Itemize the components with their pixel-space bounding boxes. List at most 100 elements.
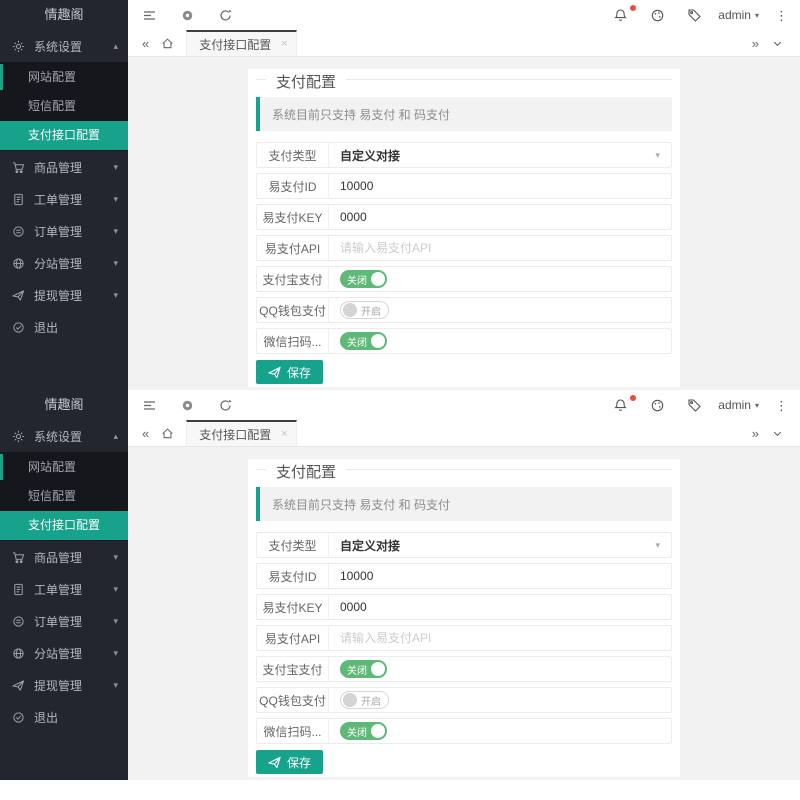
sidebar-item-withdraw-management[interactable]: 提现管理 ▾: [0, 669, 128, 701]
sidebar-item-order-management[interactable]: 订单管理 ▾: [0, 605, 128, 637]
sidebar-item-product-management[interactable]: 商品管理 ▾: [0, 151, 128, 183]
toggle-text: 关闭: [347, 662, 367, 677]
form-row-alipay: 支付宝支付 关闭: [256, 656, 672, 682]
tab-payment-interface-config[interactable]: 支付接口配置 ×: [186, 420, 296, 446]
epay-id-input[interactable]: [340, 569, 660, 583]
page-title: 支付配置: [266, 461, 346, 482]
close-icon[interactable]: ×: [281, 38, 287, 50]
expand-right-icon[interactable]: »: [752, 36, 759, 51]
toggle-text: 开启: [361, 303, 381, 318]
qq-wallet-toggle[interactable]: 开启: [340, 691, 389, 709]
selected-value: 自定义对接: [340, 147, 400, 164]
payment-type-select[interactable]: 自定义对接 ▾: [329, 143, 671, 167]
user-menu[interactable]: admin ▾: [718, 8, 759, 22]
refresh-icon[interactable]: [218, 8, 233, 23]
field-value: [329, 626, 671, 650]
sidebar-item-label: 商品管理: [34, 159, 113, 176]
sidebar-item-logout[interactable]: 退出: [0, 701, 128, 733]
save-button[interactable]: 保存: [256, 360, 323, 384]
expand-right-icon[interactable]: »: [752, 426, 759, 441]
bell-icon[interactable]: [613, 398, 628, 413]
epay-api-input[interactable]: [340, 241, 660, 255]
collapse-left-icon[interactable]: «: [142, 426, 149, 441]
sidebar-item-system-settings[interactable]: 系统设置 ▴: [0, 30, 128, 62]
order-icon: [12, 614, 26, 628]
field-value: [329, 174, 671, 198]
palette-icon[interactable]: [650, 8, 665, 23]
sidebar-item-system-settings[interactable]: 系统设置 ▴: [0, 420, 128, 452]
sidebar-item-substation-management[interactable]: 分站管理 ▾: [0, 637, 128, 669]
bell-icon[interactable]: [613, 8, 628, 23]
tab-bar-right: »: [746, 426, 790, 441]
sidebar-item-label: 退出: [34, 709, 118, 726]
sidebar-item-withdraw-management[interactable]: 提现管理 ▾: [0, 279, 128, 311]
field-label: 支付类型: [257, 533, 329, 557]
tag-icon[interactable]: [687, 398, 702, 413]
wechat-scan-toggle[interactable]: 关闭: [340, 722, 387, 740]
alipay-toggle[interactable]: 关闭: [340, 660, 387, 678]
globe-icon: [12, 646, 26, 660]
sidebar-item-substation-management[interactable]: 分站管理 ▾: [0, 247, 128, 279]
sidebar-item-label: 订单管理: [34, 223, 113, 240]
section-title-divider: 支付配置: [256, 79, 672, 80]
home-icon[interactable]: [161, 427, 174, 440]
more-vertical-icon[interactable]: ⋮: [775, 399, 788, 412]
collapse-left-icon[interactable]: «: [142, 36, 149, 51]
qq-wallet-toggle[interactable]: 开启: [340, 301, 389, 319]
wechat-scan-toggle[interactable]: 关闭: [340, 332, 387, 350]
epay-id-input[interactable]: [340, 179, 660, 193]
main-column: admin ▾ ⋮ « 支付接口配置 × »: [128, 0, 800, 390]
sidebar-item-logout[interactable]: 退出: [0, 311, 128, 343]
sidebar-item-order-management[interactable]: 订单管理 ▾: [0, 215, 128, 247]
chevron-down-icon[interactable]: [771, 427, 784, 440]
menu-toggle-icon[interactable]: [142, 8, 157, 23]
gear-icon[interactable]: [180, 398, 195, 413]
form-row-wechat-scan: 微信扫码... 关闭: [256, 328, 672, 354]
sidebar-item-website-config[interactable]: 网站配置: [0, 63, 128, 92]
payment-config-card: 支付配置 系统目前只支持 易支付 和 码支付 支付类型 自定义对接 ▾ 易支付I…: [248, 459, 680, 777]
chevron-down-icon[interactable]: [771, 37, 784, 50]
form-row-qq-wallet: QQ钱包支付 开启: [256, 297, 672, 323]
sidebar-item-sms-config[interactable]: 短信配置: [0, 482, 128, 511]
menu-toggle-icon[interactable]: [142, 398, 157, 413]
form-row-qq-wallet: QQ钱包支付 开启: [256, 687, 672, 713]
refresh-icon[interactable]: [218, 398, 233, 413]
sidebar-item-workorder-management[interactable]: 工单管理 ▾: [0, 573, 128, 605]
caret-down-icon: ▾: [113, 258, 118, 269]
tag-icon[interactable]: [687, 8, 702, 23]
sidebar-item-product-management[interactable]: 商品管理 ▾: [0, 541, 128, 573]
field-label: 支付宝支付: [257, 657, 329, 681]
palette-icon[interactable]: [650, 398, 665, 413]
sidebar-item-sms-config[interactable]: 短信配置: [0, 92, 128, 121]
chevron-down-icon: ▾: [655, 150, 660, 161]
caret-down-icon: ▾: [113, 680, 118, 691]
sidebar-item-label: 系统设置: [34, 428, 113, 445]
sidebar-scroll-indicator: [0, 454, 3, 480]
gear-icon[interactable]: [180, 8, 195, 23]
tab-payment-interface-config[interactable]: 支付接口配置 ×: [186, 30, 296, 56]
more-vertical-icon[interactable]: ⋮: [775, 9, 788, 22]
main-column: admin ▾ ⋮ « 支付接口配置 × »: [128, 390, 800, 780]
tab-bar-right: »: [746, 36, 790, 51]
home-icon[interactable]: [161, 37, 174, 50]
section-title-divider: 支付配置: [256, 469, 672, 470]
top-header: admin ▾ ⋮: [128, 390, 800, 420]
toggle-text: 开启: [361, 693, 381, 708]
save-button[interactable]: 保存: [256, 750, 323, 774]
header-right-icons: admin ▾ ⋮: [613, 8, 788, 23]
sidebar-item-payment-interface-config[interactable]: 支付接口配置: [0, 511, 128, 540]
sidebar-item-workorder-management[interactable]: 工单管理 ▾: [0, 183, 128, 215]
sidebar-item-payment-interface-config[interactable]: 支付接口配置: [0, 121, 128, 150]
close-icon[interactable]: ×: [281, 428, 287, 440]
user-menu[interactable]: admin ▾: [718, 398, 759, 412]
alipay-toggle[interactable]: 关闭: [340, 270, 387, 288]
epay-key-input[interactable]: [340, 600, 660, 614]
epay-api-input[interactable]: [340, 631, 660, 645]
field-label: 易支付KEY: [257, 205, 329, 229]
sidebar: 情趣阁 系统设置 ▴ 网站配置 短信配置 支付接口配置 商品管理 ▾ 工单: [0, 0, 128, 390]
form-row-epay-id: 易支付ID: [256, 173, 672, 199]
content-area: 支付配置 系统目前只支持 易支付 和 码支付 支付类型 自定义对接 ▾ 易支付I…: [128, 447, 800, 780]
sidebar-item-website-config[interactable]: 网站配置: [0, 453, 128, 482]
payment-type-select[interactable]: 自定义对接 ▾: [329, 533, 671, 557]
epay-key-input[interactable]: [340, 210, 660, 224]
